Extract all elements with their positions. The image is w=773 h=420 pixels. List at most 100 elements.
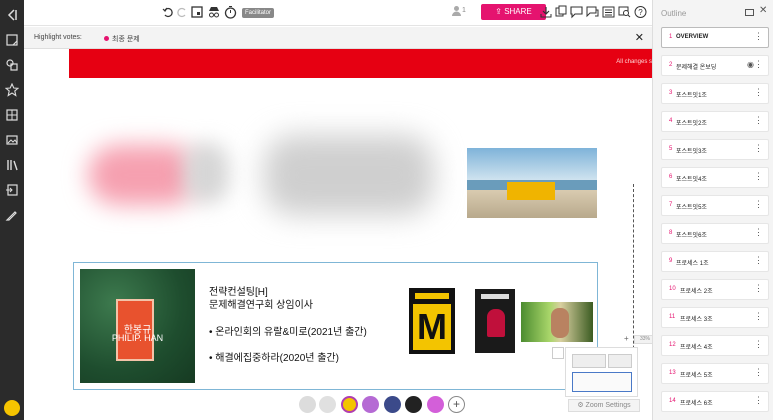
outline-item[interactable]: 11 프로세스 3조 ⋮: [661, 307, 769, 328]
minimap-viewport[interactable]: [572, 372, 632, 392]
outline-item-label: 포스트잇1조: [676, 93, 707, 99]
user-count: 1: [462, 7, 466, 14]
search-icon[interactable]: [618, 5, 631, 20]
frame-icon[interactable]: [191, 5, 203, 20]
outline-item-number: 10: [669, 286, 676, 292]
red-banner: All changes saved: [69, 49, 675, 78]
avatar[interactable]: [405, 396, 422, 413]
outline-item[interactable]: 4 포스트잇2조 ⋮: [661, 111, 769, 132]
outline-item[interactable]: 6 포스트잇4조 ⋮: [661, 167, 769, 188]
timer-icon[interactable]: [224, 5, 237, 20]
outline-item-label: 문제해결 온보딩: [676, 65, 717, 71]
person-face: [551, 308, 569, 338]
more-icon[interactable]: ⋮: [754, 311, 763, 322]
zoom-in-icon[interactable]: +: [624, 334, 629, 343]
profile-image: 한봉규 PHILIP. HAN: [80, 269, 195, 383]
outline-item[interactable]: 3 포스트잇1조 ⋮: [661, 83, 769, 104]
vote-tag[interactable]: 최종 문제: [112, 34, 140, 44]
present-icon[interactable]: [745, 9, 754, 16]
import-icon[interactable]: [5, 183, 19, 197]
chat-icon[interactable]: [586, 5, 599, 20]
more-icon[interactable]: ⋮: [754, 339, 763, 350]
outline-item-number: 4: [669, 118, 673, 124]
outline-item[interactable]: 2 문제해결 온보딩 ◉ ⋮: [661, 55, 769, 76]
minimap[interactable]: [565, 347, 638, 397]
more-icon[interactable]: ⋮: [754, 367, 763, 378]
close-icon[interactable]: ✕: [635, 31, 644, 44]
more-icon[interactable]: ⋮: [754, 87, 763, 98]
facilitator-badge[interactable]: Facilitator: [242, 8, 275, 18]
outline-item[interactable]: 5 포스트잇3조 ⋮: [661, 139, 769, 160]
more-icon[interactable]: ⋮: [754, 395, 763, 406]
collapse-icon[interactable]: [5, 8, 19, 22]
undo-icon[interactable]: [162, 5, 174, 20]
outline-item[interactable]: 10 프로세스 2조 ⋮: [661, 279, 769, 300]
outline-item[interactable]: 14 프로세스 6조 ⋮: [661, 391, 769, 412]
bullet-1: • 온라인회의 유랄&미로(2021년 출간): [209, 327, 367, 338]
outline-item-number: 1: [669, 34, 673, 40]
more-icon[interactable]: ⋮: [754, 143, 763, 154]
copy-icon[interactable]: [555, 5, 567, 20]
help-icon[interactable]: ?: [634, 5, 647, 20]
outline-item-number: 8: [669, 230, 673, 236]
close-icon[interactable]: ✕: [759, 5, 767, 16]
outline-item-label: 포스트잇4조: [676, 177, 707, 183]
outline-item-label: 프로세스 1조: [676, 261, 709, 267]
profile-card[interactable]: 한봉규 PHILIP. HAN 전략컨설팅[H] 문제해결연구회 상임이사 • …: [73, 262, 598, 390]
outline-item[interactable]: 7 포스트잇5조 ⋮: [661, 195, 769, 216]
blurred-image: [88, 145, 198, 205]
more-icon[interactable]: ⋮: [754, 199, 763, 210]
star-icon[interactable]: [5, 83, 19, 97]
avatar[interactable]: [384, 396, 401, 413]
shapes-icon[interactable]: [5, 58, 19, 72]
zoom-settings-label: Zoom Settings: [585, 402, 631, 409]
minimap-frame: [572, 354, 606, 368]
more-icon[interactable]: ⋮: [754, 283, 763, 294]
avatar[interactable]: [341, 396, 358, 413]
comment-icon[interactable]: [570, 5, 583, 20]
avatar[interactable]: [319, 396, 336, 413]
outline-item[interactable]: 12 프로세스 4조 ⋮: [661, 335, 769, 356]
redo-icon[interactable]: [176, 5, 188, 20]
more-icon[interactable]: ⋮: [754, 59, 763, 70]
outline-item-label: 포스트잇3조: [676, 149, 707, 155]
lock-icon[interactable]: [552, 347, 564, 359]
book-figure: [487, 309, 505, 337]
more-icon[interactable]: ⋮: [754, 171, 763, 182]
outline-item[interactable]: 9 프로세스 1조 ⋮: [661, 251, 769, 272]
anonymous-icon[interactable]: [207, 5, 221, 20]
avatar[interactable]: [362, 396, 379, 413]
download-icon[interactable]: [540, 5, 552, 20]
bullet-2-text: 해결에집중하라(2020년 출간): [215, 353, 339, 364]
book-title-strip: [415, 293, 449, 299]
outline-item-number: 6: [669, 174, 673, 180]
outline-item[interactable]: 13 프로세스 5조 ⋮: [661, 363, 769, 384]
outline-item-number: 11: [669, 314, 676, 320]
outline-item-label: 프로세스 5조: [680, 373, 713, 379]
sticky-note-icon[interactable]: [5, 33, 19, 47]
pen-icon[interactable]: [5, 208, 19, 222]
book-cover-2: [475, 289, 515, 353]
outline-item[interactable]: 8 포스트잇6조 ⋮: [661, 223, 769, 244]
share-icon: ⇪: [495, 7, 505, 16]
zoom-settings-button[interactable]: ⚙ Zoom Settings: [568, 399, 640, 412]
phone-icon[interactable]: [299, 396, 316, 413]
outline-item-number: 12: [669, 342, 676, 348]
more-icon[interactable]: ⋮: [754, 227, 763, 238]
board-canvas[interactable]: All changes saved 한봉규 PHILIP. HAN 전략컨설팅[…: [24, 49, 675, 420]
share-button[interactable]: ⇪ SHARE: [481, 4, 546, 20]
grid-icon[interactable]: [5, 108, 19, 122]
beach-image[interactable]: [467, 148, 597, 218]
outline-item[interactable]: 1 OVERVIEW ⋮: [661, 27, 769, 48]
profile-title-2: 문제해결연구회 상임이사: [209, 300, 313, 311]
more-icon[interactable]: ⋮: [754, 255, 763, 266]
avatar[interactable]: [427, 396, 444, 413]
eye-icon[interactable]: ◉: [747, 60, 754, 69]
book-cover-1: M: [409, 288, 455, 354]
library-icon[interactable]: [5, 158, 19, 172]
list-icon[interactable]: [602, 5, 615, 20]
add-participant-button[interactable]: +: [448, 396, 465, 413]
image-icon[interactable]: [5, 133, 19, 147]
more-icon[interactable]: ⋮: [754, 31, 763, 42]
more-icon[interactable]: ⋮: [754, 115, 763, 126]
